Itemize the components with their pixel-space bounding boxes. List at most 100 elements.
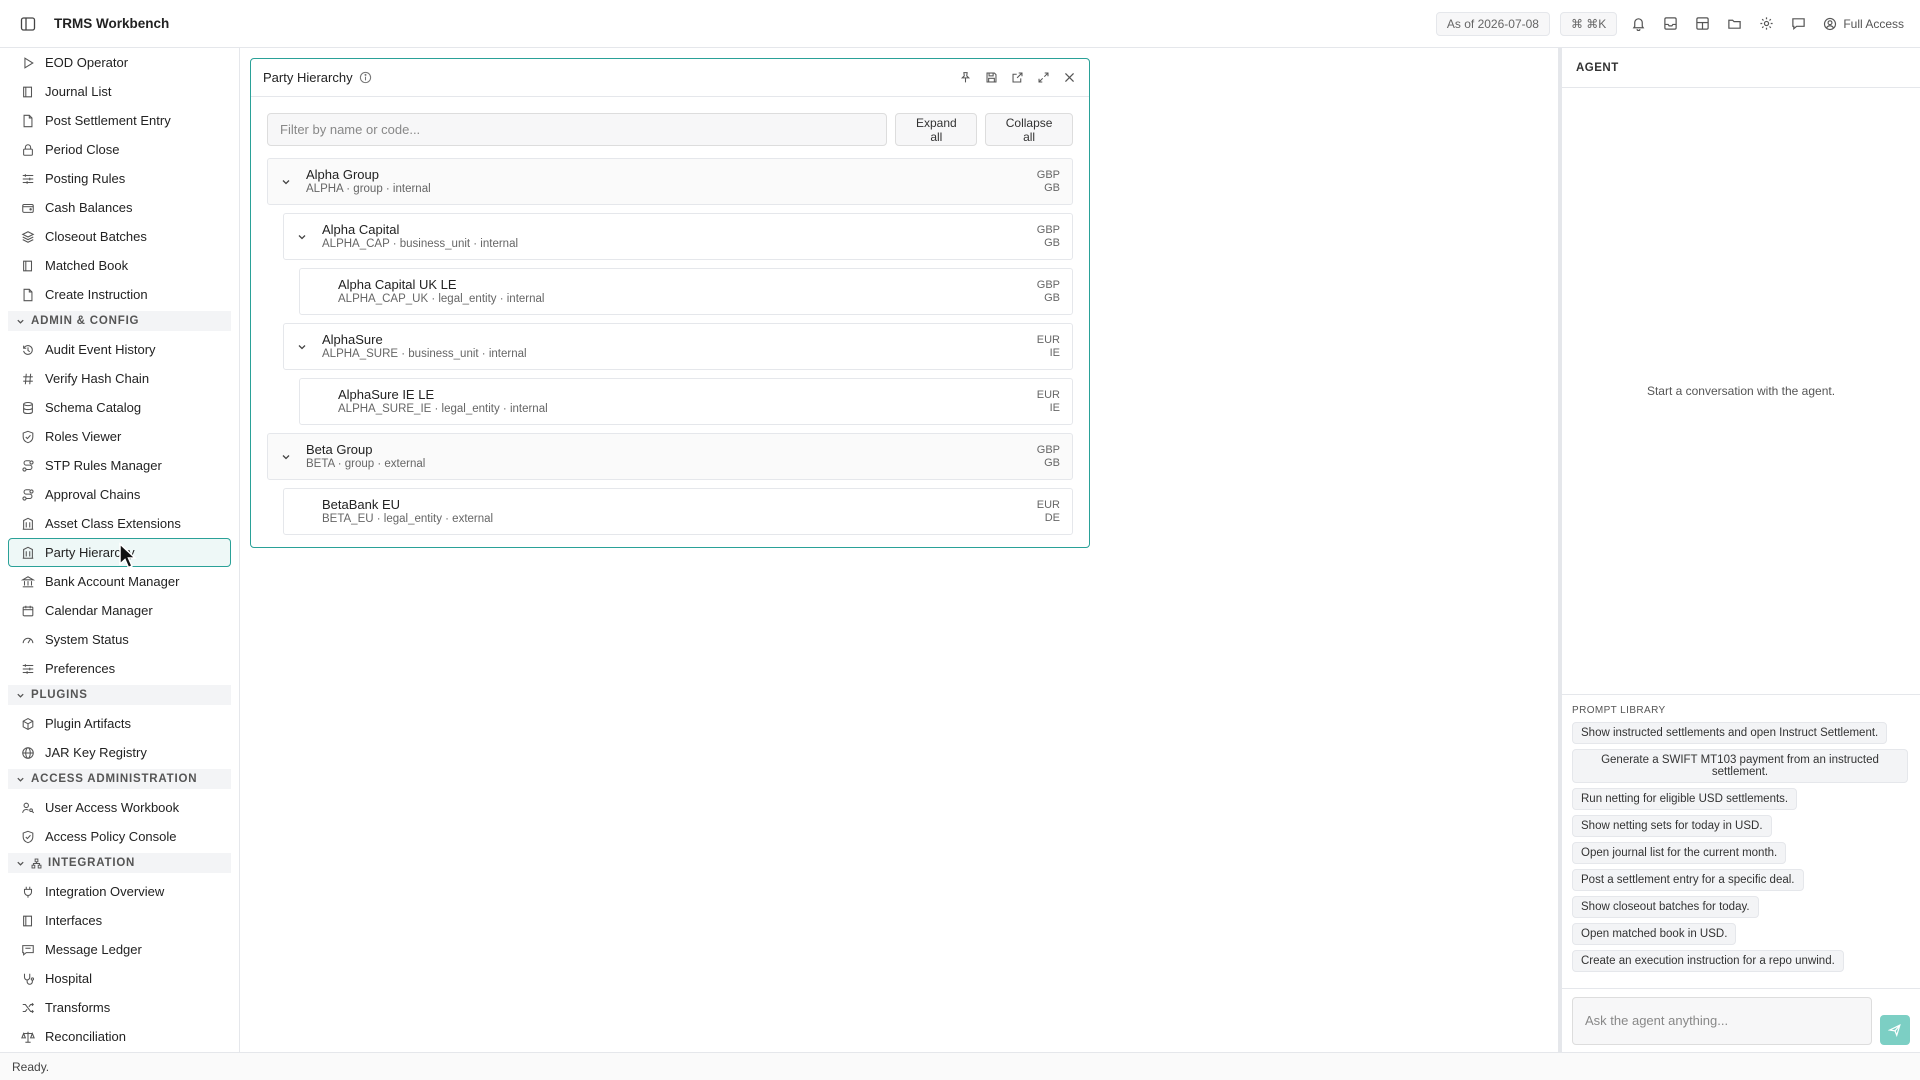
hash-icon xyxy=(23,373,33,384)
pin-icon[interactable] xyxy=(957,70,973,86)
info-icon[interactable] xyxy=(359,71,372,84)
sidebar-item-label: Matched Book xyxy=(45,258,129,273)
prompt-chip[interactable]: Open matched book in USD. xyxy=(1572,923,1737,945)
expand-toggle[interactable] xyxy=(274,449,298,465)
sidebar-item-reconciliation[interactable]: Reconciliation xyxy=(8,1022,231,1051)
sidebar-toggle-icon[interactable] xyxy=(20,14,40,34)
sidebar-item-access-policy-console[interactable]: Access Policy Console xyxy=(8,822,231,851)
section-integration[interactable]: INTEGRATION xyxy=(8,853,231,873)
section-access-administration[interactable]: ACCESS ADMINISTRATION xyxy=(8,769,231,789)
sidebar-item-label: Interfaces xyxy=(45,913,103,928)
bell-icon[interactable] xyxy=(1627,13,1649,35)
sidebar-item-matched-book[interactable]: Matched Book xyxy=(8,251,231,280)
sidebar-item-transforms[interactable]: Transforms xyxy=(8,993,231,1022)
expand-all-button[interactable]: Expand all xyxy=(895,113,978,146)
sidebar-item-user-access-workbook[interactable]: User Access Workbook xyxy=(8,793,231,822)
tree-node[interactable]: AlphaSure IE LE ALPHA_SURE_IE · legal_ent… xyxy=(299,378,1073,425)
maximize-icon[interactable] xyxy=(1035,70,1051,86)
node-name: Alpha Capital UK LE xyxy=(338,277,457,292)
chat-icon[interactable] xyxy=(1787,13,1809,35)
sidebar-item-create-instruction[interactable]: Create Instruction xyxy=(8,280,231,309)
node-name: Alpha Capital xyxy=(322,222,400,237)
sidebar-item-post-settlement-entry[interactable]: Post Settlement Entry xyxy=(8,106,231,135)
node-country: IE xyxy=(1049,346,1060,359)
node-codes: GBP GB xyxy=(1037,279,1060,305)
sidebar-item-system-status[interactable]: System Status xyxy=(8,625,231,654)
sidebar-item-approval-chains[interactable]: Approval Chains xyxy=(8,480,231,509)
prompt-chip[interactable]: Post a settlement entry for a specific d… xyxy=(1572,869,1804,891)
expand-toggle[interactable] xyxy=(290,339,314,355)
sidebar-item-message-ledger[interactable]: Message Ledger xyxy=(8,935,231,964)
sidebar-item-label: Post Settlement Entry xyxy=(45,113,171,128)
folder-icon[interactable] xyxy=(1723,13,1745,35)
sidebar-item-closeout-batches[interactable]: Closeout Batches xyxy=(8,222,231,251)
node-name: AlphaSure IE LE xyxy=(338,387,435,402)
node-meta: ALPHA · group · internal xyxy=(306,183,431,195)
close-icon[interactable] xyxy=(1061,70,1077,86)
sidebar-item-asset-class-extensions[interactable]: Asset Class Extensions xyxy=(8,509,231,538)
external-link-icon[interactable] xyxy=(1009,70,1025,86)
save-icon[interactable] xyxy=(983,70,999,86)
sidebar-item-schema-catalog[interactable]: Schema Catalog xyxy=(8,393,231,422)
node-name: AlphaSure xyxy=(322,332,383,347)
section-admin-config[interactable]: ADMIN & CONFIG xyxy=(8,311,231,331)
prompt-chip[interactable]: Show instructed settlements and open Ins… xyxy=(1572,722,1888,744)
send-button[interactable] xyxy=(1880,1014,1910,1045)
sidebar-item-label: Message Ledger xyxy=(45,942,142,957)
sidebar-item-verify-hash-chain[interactable]: Verify Hash Chain xyxy=(8,364,231,393)
sidebar-item-label: Roles Viewer xyxy=(45,429,122,444)
access-level[interactable]: Full Access xyxy=(1823,17,1904,31)
tree-node[interactable]: Beta Group BETA · group · external GBP GB xyxy=(267,433,1073,480)
sidebar-item-journal-list[interactable]: Journal List xyxy=(8,77,231,106)
prompt-chip[interactable]: Generate a SWIFT MT103 payment from an i… xyxy=(1572,749,1908,783)
sidebar-item-period-close[interactable]: Period Close xyxy=(8,135,231,164)
tree-node[interactable]: Alpha Group ALPHA · group · internal GBP GB xyxy=(267,158,1073,205)
status-bar: Ready. xyxy=(0,1052,1920,1080)
calendar-icon xyxy=(22,605,34,616)
expand-toggle[interactable] xyxy=(290,229,314,245)
inbox-icon[interactable] xyxy=(1659,13,1681,35)
prompt-chip[interactable]: Show netting sets for today in USD. xyxy=(1572,815,1772,837)
as-of-date-chip[interactable]: As of 2026-07-08 xyxy=(1435,11,1550,36)
chevron-down-icon xyxy=(298,234,306,239)
tree-node[interactable]: BetaBank EU BETA_EU · legal_entity · exte… xyxy=(283,488,1073,535)
node-name: BetaBank EU xyxy=(322,497,401,512)
tree-node[interactable]: AlphaSure ALPHA_SURE · business_unit · in… xyxy=(283,323,1073,370)
prompt-chip[interactable]: Show closeout batches for today. xyxy=(1572,896,1759,918)
prompt-chip[interactable]: Open journal list for the current month. xyxy=(1572,842,1787,864)
sidebar-item-label: Closeout Batches xyxy=(45,229,147,244)
sidebar-item-stp-rules-manager[interactable]: STP Rules Manager xyxy=(8,451,231,480)
sidebar-item-posting-rules[interactable]: Posting Rules xyxy=(8,164,231,193)
sidebar-item-eod-operator[interactable]: EOD Operator xyxy=(8,48,231,77)
sidebar-item-jar-key-registry[interactable]: JAR Key Registry xyxy=(8,738,231,767)
layout-icon[interactable] xyxy=(1691,13,1713,35)
sidebar-item-roles-viewer[interactable]: Roles Viewer xyxy=(8,422,231,451)
tree-node[interactable]: Alpha Capital ALPHA_CAP · business_unit ·… xyxy=(283,213,1073,260)
expand-toggle[interactable] xyxy=(274,174,298,190)
gear-icon[interactable] xyxy=(1755,13,1777,35)
sidebar-item-hospital[interactable]: Hospital xyxy=(8,964,231,993)
stethoscope-icon xyxy=(23,973,35,985)
prompt-chip[interactable]: Run netting for eligible USD settlements… xyxy=(1572,788,1798,810)
panel-header: Party Hierarchy xyxy=(251,59,1089,97)
chevron-down-icon xyxy=(282,454,290,459)
section-plugins[interactable]: PLUGINS xyxy=(8,685,231,705)
sidebar-item-audit-event-history[interactable]: Audit Event History xyxy=(8,335,231,364)
wallet-icon xyxy=(22,203,34,213)
node-meta: BETA · group · external xyxy=(306,458,426,470)
sidebar-item-interfaces[interactable]: Interfaces xyxy=(8,906,231,935)
sidebar-item-plugin-artifacts[interactable]: Plugin Artifacts xyxy=(8,709,231,738)
sidebar-item-party-hierarchy[interactable]: Party Hierarchy xyxy=(8,538,231,567)
sidebar-item-cash-balances[interactable]: Cash Balances xyxy=(8,193,231,222)
prompt-chip[interactable]: Create an execution instruction for a re… xyxy=(1572,950,1844,972)
sidebar-item-integration-overview[interactable]: Integration Overview xyxy=(8,877,231,906)
filter-input[interactable] xyxy=(267,113,888,146)
sidebar-item-calendar-manager[interactable]: Calendar Manager xyxy=(8,596,231,625)
tree-node[interactable]: Alpha Capital UK LE ALPHA_CAP_UK · legal_… xyxy=(299,268,1073,315)
agent-input[interactable] xyxy=(1572,996,1873,1045)
play-icon xyxy=(24,56,34,69)
sidebar-item-preferences[interactable]: Preferences xyxy=(8,654,231,683)
command-palette-button[interactable]: ⌘ ⌘K xyxy=(1559,11,1618,36)
sidebar-item-bank-account-manager[interactable]: Bank Account Manager xyxy=(8,567,231,596)
collapse-all-button[interactable]: Collapse all xyxy=(985,113,1073,146)
